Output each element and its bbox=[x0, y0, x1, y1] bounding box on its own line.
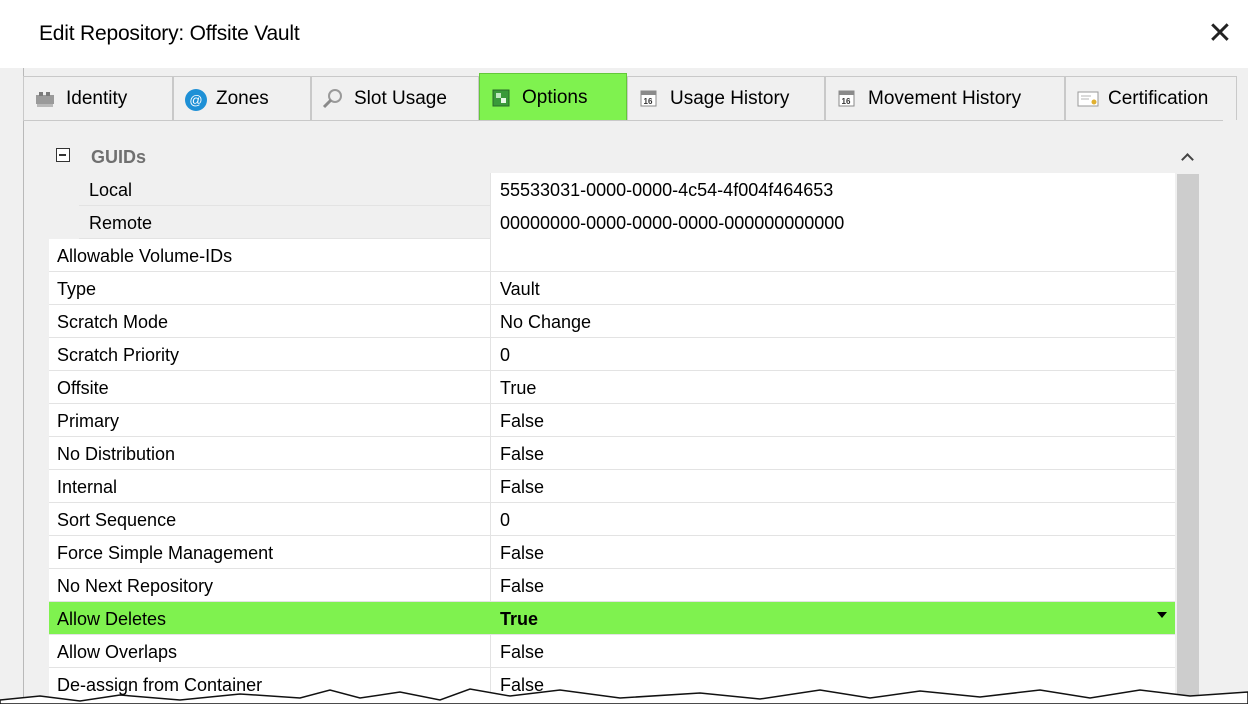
property-label: Allow Overlaps bbox=[57, 642, 178, 662]
property-grid: GUIDs Local 55533031-0000-0000-4c54-4f00… bbox=[49, 140, 1175, 704]
svg-text:@: @ bbox=[189, 92, 202, 107]
tab-label: Usage History bbox=[670, 87, 790, 109]
property-value[interactable]: False bbox=[500, 642, 544, 663]
property-row[interactable]: Scratch Priority 0 bbox=[49, 338, 1175, 371]
property-value[interactable]: 0 bbox=[500, 345, 510, 366]
property-label: Type bbox=[57, 279, 97, 299]
indent-gutter bbox=[49, 173, 79, 206]
svg-text:16: 16 bbox=[644, 97, 653, 106]
property-row[interactable]: Internal False bbox=[49, 470, 1175, 503]
column-divider bbox=[490, 239, 491, 272]
property-value[interactable]: False bbox=[500, 444, 544, 465]
tab-strip: Identity @ Zones Slot Usage Options 16 U… bbox=[23, 73, 1248, 121]
dropdown-arrow-icon[interactable] bbox=[1157, 612, 1167, 618]
title-bar: Edit Repository: Offsite Vault ✕ bbox=[0, 0, 1248, 68]
tab-strip-border bbox=[23, 120, 1223, 121]
property-label: Primary bbox=[57, 411, 119, 431]
column-divider bbox=[490, 173, 491, 206]
calendar-icon: 16 bbox=[836, 88, 858, 110]
tab-label: Options bbox=[522, 86, 588, 108]
property-row-selected[interactable]: Allow Deletes True bbox=[49, 602, 1175, 635]
tab-label: Certification bbox=[1108, 87, 1209, 109]
property-row[interactable]: Offsite True bbox=[49, 371, 1175, 404]
property-value[interactable]: False bbox=[500, 477, 544, 498]
close-button[interactable]: ✕ bbox=[1200, 16, 1240, 52]
property-row[interactable]: Primary False bbox=[49, 404, 1175, 437]
property-label: Sort Sequence bbox=[57, 510, 177, 530]
tab-usage-history[interactable]: 16 Usage History bbox=[627, 76, 825, 120]
property-value[interactable]: True bbox=[500, 609, 538, 630]
property-value[interactable]: False bbox=[500, 543, 544, 564]
property-label: Scratch Mode bbox=[57, 312, 169, 332]
tab-options[interactable]: Options bbox=[479, 73, 627, 121]
property-row[interactable]: Force Simple Management False bbox=[49, 536, 1175, 569]
property-row[interactable]: No Next Repository False bbox=[49, 569, 1175, 602]
property-value[interactable]: 00000000-0000-0000-0000-000000000000 bbox=[500, 213, 844, 234]
column-divider bbox=[490, 338, 491, 371]
property-label: No Next Repository bbox=[57, 576, 214, 596]
property-value[interactable]: 0 bbox=[500, 510, 510, 531]
column-divider bbox=[490, 206, 491, 239]
property-value[interactable]: Vault bbox=[500, 279, 540, 300]
property-label: Internal bbox=[57, 477, 118, 497]
zones-icon: @ bbox=[184, 88, 207, 111]
tab-label: Identity bbox=[66, 87, 128, 109]
certificate-icon bbox=[1076, 88, 1099, 110]
property-row[interactable]: Scratch Mode No Change bbox=[49, 305, 1175, 338]
property-row[interactable]: Allow Overlaps False bbox=[49, 635, 1175, 668]
tab-zones[interactable]: @ Zones bbox=[173, 76, 311, 120]
property-label: Force Simple Management bbox=[57, 543, 274, 563]
column-divider bbox=[490, 437, 491, 470]
tab-movement-history[interactable]: 16 Movement History bbox=[825, 76, 1065, 120]
property-label: No Distribution bbox=[57, 444, 176, 464]
column-divider bbox=[490, 503, 491, 536]
category-row-guids[interactable]: GUIDs bbox=[49, 140, 1175, 173]
torn-edge bbox=[0, 688, 1248, 704]
calendar-icon: 16 bbox=[638, 88, 660, 110]
svg-text:16: 16 bbox=[842, 97, 851, 106]
column-divider bbox=[490, 305, 491, 338]
property-row[interactable]: Sort Sequence 0 bbox=[49, 503, 1175, 536]
property-label: Scratch Priority bbox=[57, 345, 180, 365]
category-label: GUIDs bbox=[91, 147, 147, 167]
tab-label: Slot Usage bbox=[354, 87, 447, 109]
property-value[interactable]: False bbox=[500, 576, 544, 597]
tab-certification[interactable]: Certification bbox=[1065, 76, 1237, 120]
column-divider bbox=[490, 569, 491, 602]
collapse-icon[interactable] bbox=[56, 148, 70, 162]
edit-repository-dialog: Edit Repository: Offsite Vault ✕ Identit… bbox=[0, 0, 1248, 704]
property-value[interactable]: No Change bbox=[500, 312, 591, 333]
property-row[interactable]: Allowable Volume-IDs bbox=[49, 239, 1175, 272]
property-row-remote[interactable]: Remote 00000000-0000-0000-0000-000000000… bbox=[49, 206, 1175, 239]
property-label: Remote bbox=[89, 213, 153, 233]
scroll-up-icon[interactable] bbox=[1175, 140, 1201, 174]
column-divider bbox=[490, 272, 491, 305]
property-value[interactable]: 55533031-0000-0000-4c54-4f004f464653 bbox=[500, 180, 833, 201]
property-row[interactable]: No Distribution False bbox=[49, 437, 1175, 470]
scroll-thumb[interactable] bbox=[1177, 174, 1199, 704]
vertical-scrollbar[interactable] bbox=[1175, 140, 1201, 704]
property-label: Offsite bbox=[57, 378, 109, 398]
window-title: Edit Repository: Offsite Vault bbox=[39, 22, 300, 45]
tab-label: Zones bbox=[216, 87, 269, 109]
property-value[interactable]: False bbox=[500, 411, 544, 432]
indent-gutter bbox=[49, 206, 79, 239]
property-label: Allow Deletes bbox=[57, 609, 167, 629]
property-row[interactable]: Type Vault bbox=[49, 272, 1175, 305]
column-divider bbox=[490, 536, 491, 569]
property-label: Local bbox=[89, 180, 133, 200]
tab-identity[interactable]: Identity bbox=[23, 76, 173, 120]
property-row-local[interactable]: Local 55533031-0000-0000-4c54-4f004f4646… bbox=[49, 173, 1175, 206]
tab-label: Movement History bbox=[868, 87, 1022, 109]
property-value[interactable]: True bbox=[500, 378, 536, 399]
column-divider bbox=[490, 404, 491, 437]
column-divider bbox=[490, 371, 491, 404]
identity-icon bbox=[34, 88, 56, 110]
column-divider bbox=[490, 635, 491, 668]
options-icon bbox=[490, 87, 512, 109]
magnifier-icon bbox=[322, 88, 344, 110]
tab-slot-usage[interactable]: Slot Usage bbox=[311, 76, 479, 120]
property-label: Allowable Volume-IDs bbox=[57, 246, 233, 266]
column-divider bbox=[490, 470, 491, 503]
